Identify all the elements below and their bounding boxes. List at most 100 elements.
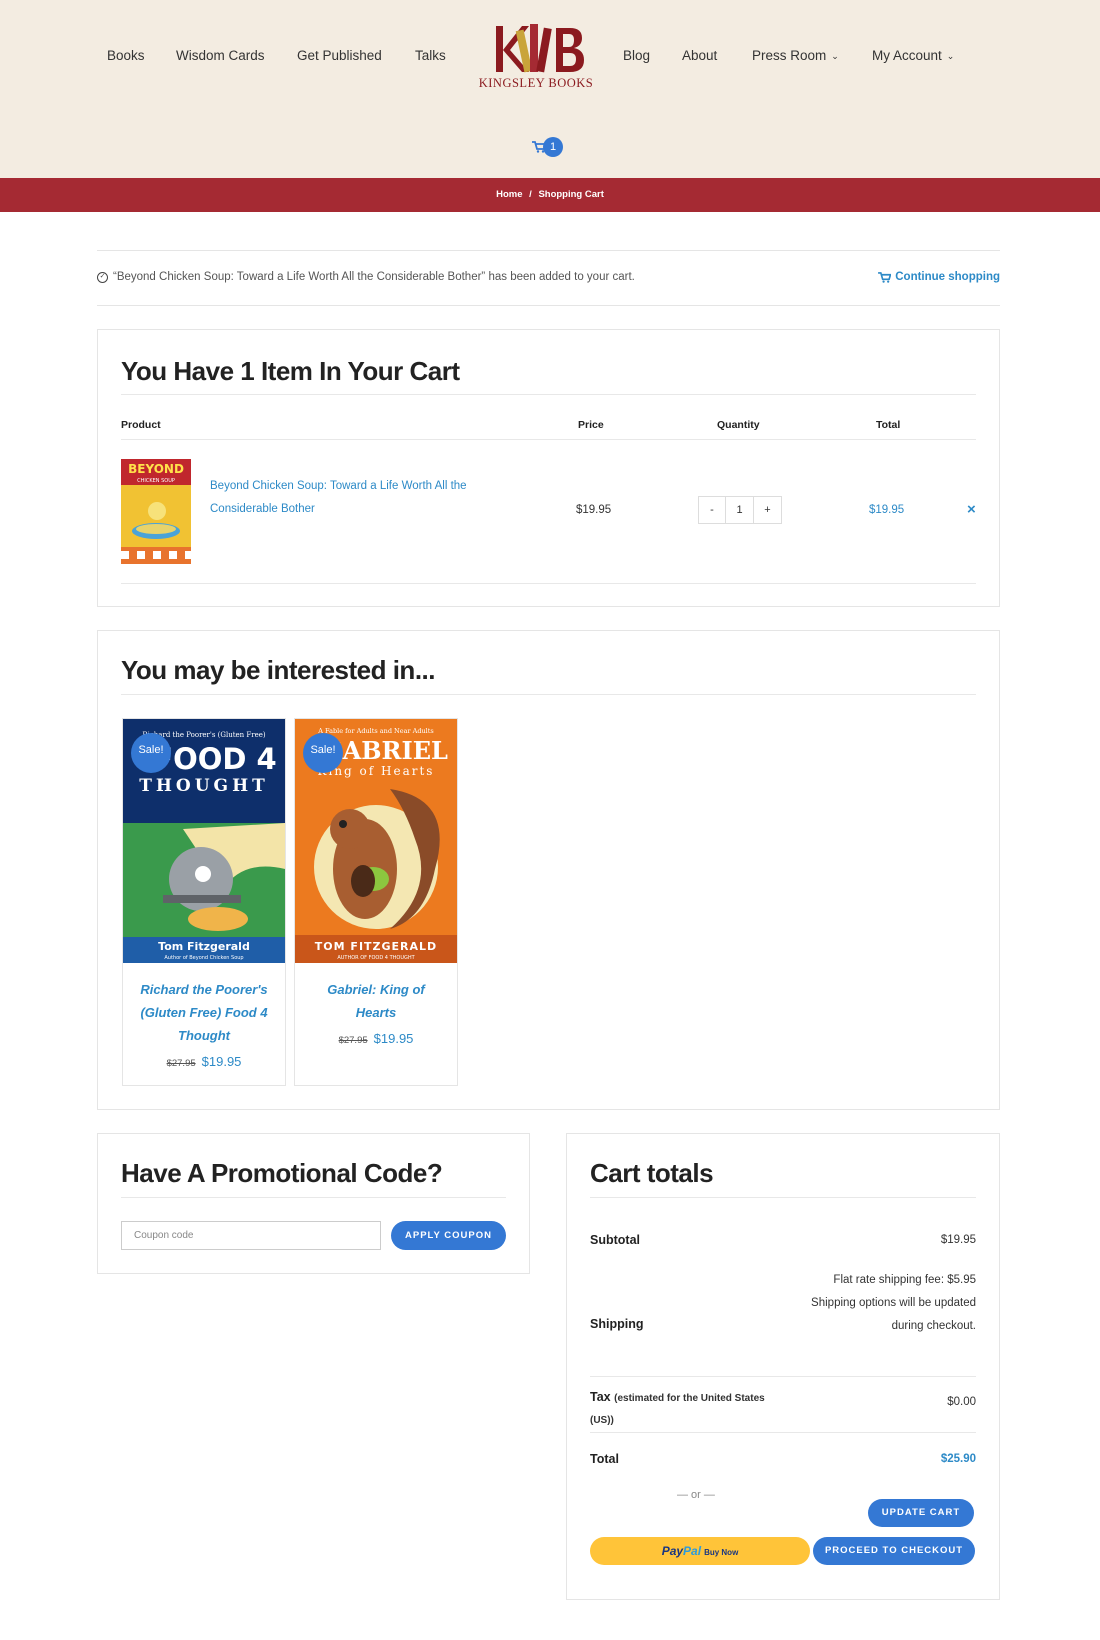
site-logo[interactable]: KINGSLEY BOOKS [474, 20, 598, 94]
col-header-product: Product [121, 419, 161, 431]
divider [590, 1376, 976, 1377]
cover-author-sub: AUTHOR OF FOOD 4 THOUGHT [337, 955, 415, 961]
paypal-logo-pay: Pay [661, 1544, 684, 1558]
cart-totals-title: Cart totals [590, 1158, 714, 1188]
divider [121, 694, 976, 695]
qty-decrease-button[interactable]: - [698, 496, 726, 524]
notice-message-row: ✓ “Beyond Chicken Soup: Toward a Life Wo… [97, 271, 635, 283]
total-label: Total [590, 1452, 619, 1466]
chevron-down-icon: ⌄ [831, 51, 839, 61]
cart-totals-card: Cart totals Subtotal $19.95 Shipping Fla… [566, 1133, 1000, 1600]
cart-item-price: $19.95 [576, 504, 612, 516]
cart-icon [878, 271, 892, 283]
divider [590, 1197, 976, 1198]
divider [121, 583, 976, 584]
breadcrumb-current: Shopping Cart [538, 189, 604, 200]
nav-my-account-label: My Account [872, 48, 942, 63]
nav-about[interactable]: About [682, 48, 717, 63]
shipping-line: Shipping options will be updated [811, 1297, 976, 1309]
shipping-label: Shipping [590, 1317, 644, 1331]
nav-get-published[interactable]: Get Published [297, 48, 382, 63]
tax-label-group: Tax (estimated for the United States (US… [590, 1387, 770, 1431]
product-name[interactable]: Gabriel: King of Hearts [315, 978, 437, 1024]
site-header: Books Wisdom Cards Get Published Talks K… [0, 0, 1100, 178]
cart-product-name[interactable]: Beyond Chicken Soup: Toward a Life Worth… [210, 475, 500, 521]
qty-increase-button[interactable]: + [754, 496, 782, 524]
product-thumbnail[interactable]: BEYOND CHICKEN SOUP [121, 459, 191, 564]
added-to-cart-notice: ✓ “Beyond Chicken Soup: Toward a Life Wo… [97, 250, 1000, 306]
logo-text: KINGSLEY BOOKS [478, 76, 594, 90]
sale-badge: Sale! [303, 733, 343, 773]
nav-my-account[interactable]: My Account ⌄ [872, 48, 954, 63]
product-price-row: $27.95 $19.95 [123, 1054, 285, 1069]
related-products-card: You may be interested in... Richard the … [97, 630, 1000, 1110]
cover-title-2: THOUGHT [139, 776, 269, 796]
sale-badge: Sale! [131, 733, 171, 773]
col-header-total: Total [876, 419, 901, 431]
promo-title: Have A Promotional Code? [121, 1158, 443, 1188]
product-cover[interactable]: Richard the Poorer's (Gluten Free) FOOD … [123, 719, 285, 963]
nav-blog[interactable]: Blog [623, 48, 650, 63]
continue-shopping-link[interactable]: Continue shopping [878, 271, 1000, 283]
nav-wisdom-cards[interactable]: Wisdom Cards [176, 48, 265, 63]
cart-card: You Have 1 Item In Your Cart Product Pri… [97, 329, 1000, 607]
cover-top-text: A Fable for Adults and Near Adults [317, 727, 433, 735]
product-name[interactable]: Richard the Poorer's (Gluten Free) Food … [131, 978, 277, 1047]
old-price: $27.95 [166, 1058, 196, 1069]
shipping-line: Flat rate shipping fee: $5.95 [833, 1274, 976, 1286]
logo-mark-icon [496, 24, 584, 73]
cart-title: You Have 1 Item In Your Cart [121, 356, 460, 386]
cover-title: FOOD 4 [153, 742, 276, 776]
remove-item-icon[interactable]: × [967, 501, 976, 518]
check-circle-icon: ✓ [97, 271, 108, 283]
sale-price: $19.95 [201, 1054, 242, 1069]
paypal-buy-now-label: Buy Now [704, 1548, 739, 1557]
divider [121, 394, 976, 395]
tax-label: Tax [590, 1390, 611, 1404]
cart-item-total: $19.95 [869, 504, 905, 516]
product-tile[interactable]: A Fable for Adults and Near Adults GABRI… [294, 718, 458, 1086]
divider [590, 1432, 976, 1433]
cart-count-badge: 1 [543, 137, 563, 157]
coupon-code-input[interactable]: Coupon code [121, 1221, 381, 1250]
notice-message: “Beyond Chicken Soup: Toward a Life Wort… [113, 271, 635, 283]
tax-note: (estimated for the United States (US)) [590, 1393, 765, 1426]
paypal-buy-now-button[interactable]: PayPal Buy Now [590, 1537, 810, 1565]
product-price-row: $27.95 $19.95 [295, 1031, 457, 1046]
nav-press-room-label: Press Room [752, 48, 827, 63]
nav-talks[interactable]: Talks [415, 48, 446, 63]
sale-price: $19.95 [373, 1031, 414, 1046]
promo-code-card: Have A Promotional Code? Coupon code APP… [97, 1133, 530, 1274]
nav-press-room[interactable]: Press Room ⌄ [752, 48, 839, 63]
continue-shopping-label: Continue shopping [895, 271, 1000, 283]
col-header-quantity: Quantity [717, 419, 760, 431]
or-separator: — or — [677, 1489, 715, 1501]
col-header-price: Price [578, 419, 604, 431]
subtotal-label: Subtotal [590, 1233, 640, 1247]
breadcrumb-separator: / [529, 189, 532, 200]
product-cover[interactable]: A Fable for Adults and Near Adults GABRI… [295, 719, 457, 963]
breadcrumb-home[interactable]: Home [496, 189, 522, 200]
chevron-down-icon: ⌄ [946, 51, 955, 61]
shipping-line: during checkout. [891, 1320, 976, 1332]
divider [121, 1197, 506, 1198]
header-cart[interactable]: 1 [532, 137, 563, 157]
nav-books[interactable]: Books [107, 48, 145, 63]
old-price: $27.95 [338, 1035, 368, 1046]
apply-coupon-button[interactable]: APPLY COUPON [391, 1221, 506, 1250]
proceed-to-checkout-button[interactable]: PROCEED TO CHECKOUT [813, 1537, 975, 1565]
update-cart-button[interactable]: UPDATE CART [868, 1499, 974, 1527]
subtotal-value: $19.95 [940, 1234, 976, 1246]
shipping-info: Flat rate shipping fee: $5.95 Shipping o… [811, 1269, 976, 1338]
divider [121, 439, 976, 440]
paypal-logo-pal: Pal [683, 1544, 702, 1558]
related-title: You may be interested in... [121, 655, 436, 685]
product-tile[interactable]: Richard the Poorer's (Gluten Free) FOOD … [122, 718, 286, 1086]
qty-input[interactable]: 1 [726, 496, 754, 524]
cover-author-sub: Author of Beyond Chicken Soup [164, 955, 243, 961]
tax-value: $0.00 [947, 1396, 976, 1408]
breadcrumb: Home / Shopping Cart [0, 178, 1100, 212]
cover-author: Tom Fitzgerald [158, 940, 250, 953]
book-cover-image: BEYOND CHICKEN SOUP [121, 459, 191, 564]
quantity-stepper: - 1 + [698, 496, 782, 524]
